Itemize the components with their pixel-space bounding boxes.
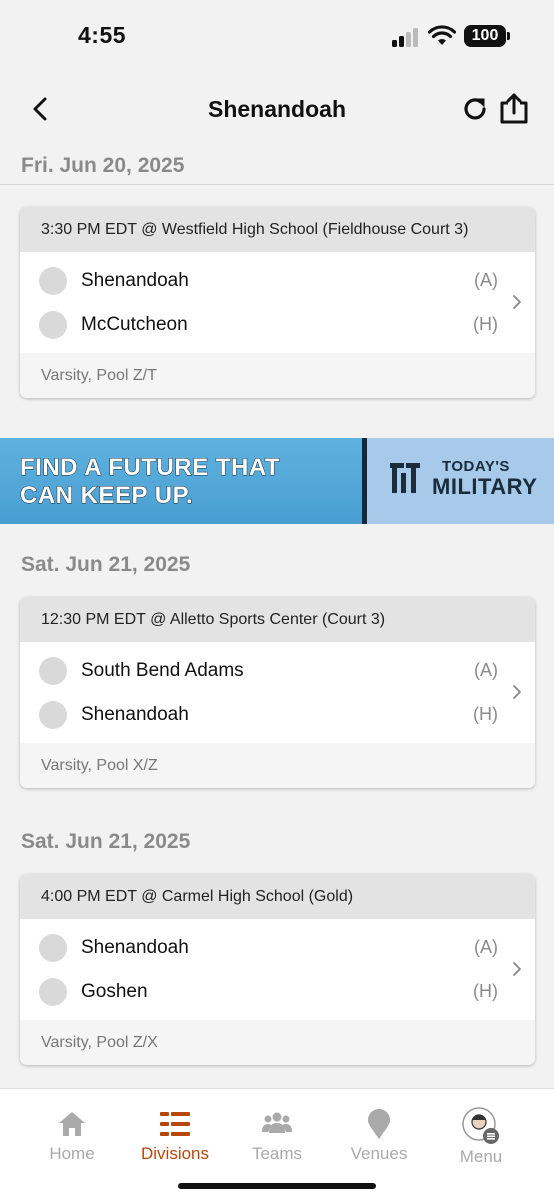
nav-bar: Shenandoah [0,80,554,140]
game-time-venue: 12:30 PM EDT @ Alletto Sports Center (Co… [20,597,535,642]
team-logo-placeholder [39,311,67,339]
game-teams: Shenandoah (A) McCutcheon (H) [20,252,535,353]
teams-icon [262,1112,292,1133]
game-card[interactable]: 4:00 PM EDT @ Carmel High School (Gold) … [20,874,535,1065]
game-card[interactable]: 12:30 PM EDT @ Alletto Sports Center (Co… [20,597,535,788]
home-indicator-bar [178,1183,376,1189]
team-logo-placeholder [39,978,67,1006]
venues-icon [368,1109,390,1139]
team-name: South Bend Adams [81,660,244,681]
chevron-right-icon [513,295,521,309]
tab-label: Menu [459,1147,503,1166]
status-bar: 4:55 100 [0,0,554,72]
away-indicator: (A) [474,270,498,290]
battery-icon: 100 [464,25,510,47]
cellular-signal-icon [392,27,422,47]
date-header: Sat. Jun 21, 2025 [21,553,191,576]
tab-teams[interactable]: Teams [222,1089,332,1169]
game-time-venue: 3:30 PM EDT @ Westfield High School (Fie… [20,207,535,252]
tab-label: Venues [350,1144,408,1163]
game-division-pool: Varsity, Pool X/Z [20,743,535,788]
team-logo-placeholder [39,657,67,685]
team-logo-placeholder [39,701,67,729]
date-header: Sat. Jun 21, 2025 [21,830,191,853]
tab-menu[interactable]: Menu [426,1089,536,1169]
tab-label: Divisions [140,1144,210,1163]
away-indicator: (A) [474,660,498,680]
ad-brand-line: TODAY'S [442,458,510,475]
tab-venues[interactable]: Venues [324,1089,434,1169]
team-row: Shenandoah (A) [20,926,500,970]
team-row: Shenandoah (A) [20,259,500,303]
divider [0,184,554,185]
team-row: South Bend Adams (A) [20,649,500,693]
menu-icon [462,1107,499,1144]
divisions-icon [160,1112,190,1136]
chevron-right-icon [513,962,521,976]
home-indicator-label: (H) [473,981,498,1001]
team-row: Shenandoah (H) [20,693,500,737]
ad-brand-line: MILITARY [432,474,538,499]
ad-banner[interactable]: FIND A FUTURE THAT CAN KEEP UP. TODAY'S … [0,438,554,524]
tab-home[interactable]: Home [17,1089,127,1169]
game-time-venue: 4:00 PM EDT @ Carmel High School (Gold) [20,874,535,919]
game-teams: South Bend Adams (A) Shenandoah (H) [20,642,535,743]
status-time: 4:55 [78,22,127,48]
team-row: Goshen (H) [20,970,500,1014]
team-name: Goshen [81,981,148,1002]
team-logo-placeholder [39,934,67,962]
game-division-pool: Varsity, Pool Z/T [20,353,535,398]
home-icon [59,1112,85,1136]
ad-headline-line: CAN KEEP UP. [19,482,194,510]
share-icon[interactable] [498,92,530,124]
away-indicator: (A) [474,937,498,957]
refresh-icon[interactable] [460,94,490,124]
team-name: McCutcheon [81,314,188,335]
todays-military-logo-icon [390,463,420,493]
tab-divisions[interactable]: Divisions [120,1089,230,1169]
tab-label: Teams [251,1144,303,1163]
game-division-pool: Varsity, Pool Z/X [20,1020,535,1065]
ad-headline: FIND A FUTURE THAT CAN KEEP UP. [19,454,281,510]
team-name: Shenandoah [81,937,189,958]
team-logo-placeholder [39,267,67,295]
team-name: Shenandoah [81,270,189,291]
tab-label: Home [49,1144,95,1163]
wifi-icon [428,25,456,45]
game-card[interactable]: 3:30 PM EDT @ Westfield High School (Fie… [20,207,535,398]
team-row: McCutcheon (H) [20,303,500,347]
home-indicator-label: (H) [473,704,498,724]
home-indicator-label: (H) [473,314,498,334]
chevron-right-icon [513,685,521,699]
ad-headline-line: FIND A FUTURE THAT [19,454,281,482]
team-name: Shenandoah [81,704,189,725]
game-teams: Shenandoah (A) Goshen (H) [20,919,535,1020]
date-header: Fri. Jun 20, 2025 [21,154,185,177]
